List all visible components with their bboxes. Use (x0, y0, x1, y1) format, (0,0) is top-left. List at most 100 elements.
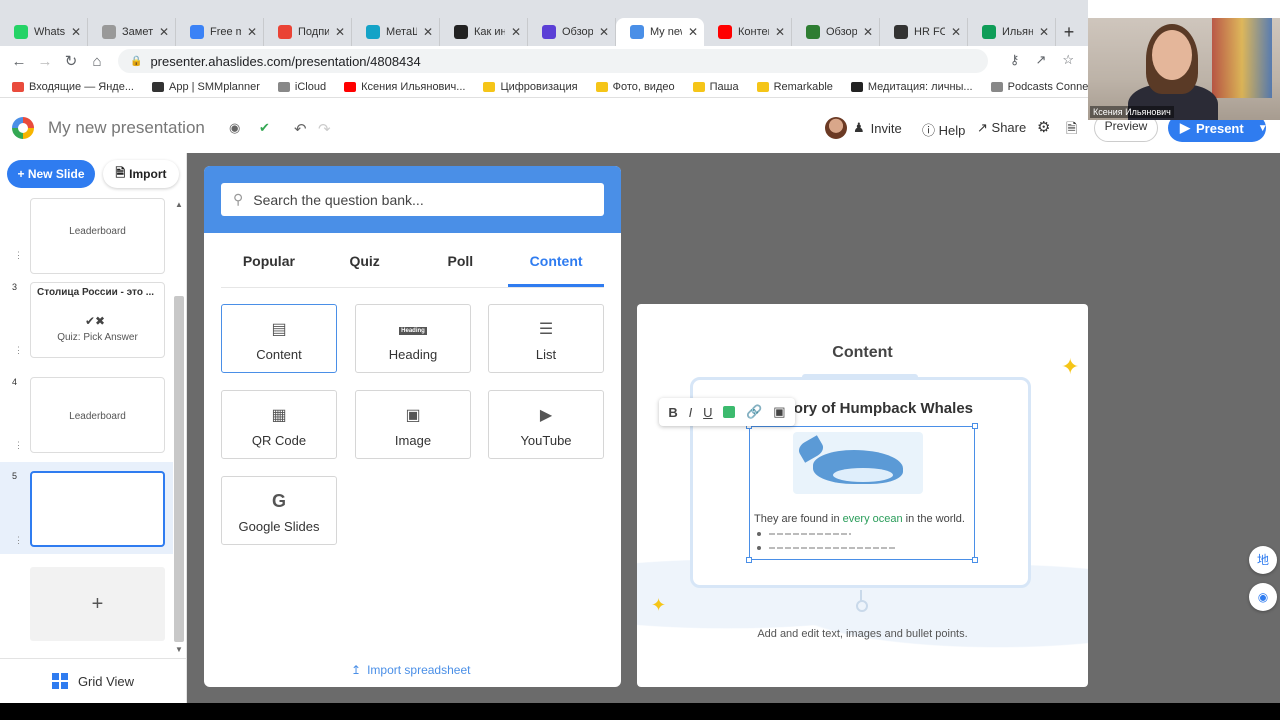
bookmark-item[interactable]: Паша (692, 81, 739, 93)
upload-icon: ↥ (351, 663, 362, 677)
slide-type-youtube[interactable]: ▶ YouTube (488, 390, 604, 459)
grid-view-button[interactable]: Grid View (0, 658, 186, 703)
slide-type-qr-code[interactable]: ▦ QR Code (221, 390, 337, 459)
ahaslides-logo[interactable] (12, 117, 34, 139)
browser-tab[interactable]: Обзор ✕ (528, 18, 616, 46)
slide-type-list[interactable]: ☰ List (488, 304, 604, 373)
url-text: presenter.ahaslides.com/presentation/480… (150, 53, 421, 69)
import-button[interactable]: 🗎 Import (103, 160, 179, 188)
question-bank-search[interactable]: ⚲ Search the question bank... (221, 183, 604, 216)
browser-tab[interactable]: Ильяно ✕ (968, 18, 1056, 46)
slide-menu-icon[interactable]: ⋮ (14, 440, 23, 451)
invite-label: Invite (870, 120, 902, 136)
document-icon[interactable]: 🗎 (1066, 118, 1077, 142)
tab-popular[interactable]: Popular (221, 244, 317, 287)
gear-icon[interactable]: ⚙ (1037, 118, 1050, 136)
browser-tab[interactable]: My new ✕ (616, 18, 704, 46)
bookmark-item[interactable]: Ксения Ильянович... (344, 81, 465, 93)
scroll-up-icon[interactable]: ▲ (175, 200, 183, 209)
favicon-icon (454, 25, 468, 39)
slide-thumb-3[interactable]: Столица России - это ... ✔✖ Quiz: Pick A… (30, 282, 165, 358)
bookmark-item[interactable]: Цифровизация (483, 81, 578, 93)
slide-type-google-slides[interactable]: G Google Slides (221, 476, 337, 545)
bookmark-item[interactable]: Медитация: личны... (850, 81, 973, 93)
slide-type-image[interactable]: ▣ Image (355, 390, 471, 459)
translate-icon[interactable]: 地 (1249, 546, 1277, 574)
whale-image (793, 432, 923, 494)
share-page-icon[interactable]: ↗ (1035, 52, 1046, 68)
presentation-title[interactable]: My new presentation (48, 118, 205, 138)
chat-bot-icon[interactable]: ◉ (1249, 583, 1277, 611)
close-icon[interactable]: ✕ (863, 25, 873, 39)
back-icon[interactable]: ← (6, 53, 32, 70)
close-icon[interactable]: ✕ (599, 25, 609, 39)
bullet-dot (757, 532, 761, 536)
close-icon[interactable]: ✕ (511, 25, 521, 39)
browser-tab[interactable]: WhatsApp ✕ (0, 18, 88, 46)
browser-tab[interactable]: Обзор ✕ (792, 18, 880, 46)
close-icon[interactable]: ✕ (1039, 25, 1049, 39)
slide-type-heading[interactable]: Heading Heading (355, 304, 471, 373)
slide-menu-icon[interactable]: ⋮ (14, 535, 23, 546)
tab-title: Как инт (474, 26, 505, 38)
close-icon[interactable]: ✕ (688, 25, 698, 39)
bookmark-item[interactable]: iCloud (277, 81, 326, 93)
home-icon[interactable]: ⌂ (84, 53, 110, 70)
browser-tab[interactable]: Заметки ✕ (88, 18, 176, 46)
new-tab-icon[interactable]: + (1056, 22, 1082, 43)
eye-icon[interactable]: ◉ (229, 120, 240, 136)
search-icon: ⚲ (233, 191, 244, 207)
browser-tab[interactable]: Как инт ✕ (440, 18, 528, 46)
youtube-icon: ▶ (539, 407, 553, 424)
share-button[interactable]: ↗ Share (977, 120, 1026, 136)
new-slide-button[interactable]: + New Slide (7, 160, 95, 188)
browser-tab[interactable]: Free m ✕ (176, 18, 264, 46)
close-icon[interactable]: ✕ (159, 25, 169, 39)
browser-tab[interactable]: Подпис ✕ (264, 18, 352, 46)
close-icon[interactable]: ✕ (775, 25, 785, 39)
bookmark-item[interactable]: Podcasts Connect (990, 81, 1097, 93)
favicon-icon (982, 25, 996, 39)
share-label: Share (991, 120, 1027, 135)
redo-icon[interactable]: ↷ (318, 120, 331, 138)
lock-icon: 🔒 (130, 55, 143, 67)
star-icon[interactable]: ☆ (1062, 52, 1074, 68)
undo-icon[interactable]: ↶ (294, 120, 307, 138)
close-icon[interactable]: ✕ (335, 25, 345, 39)
forward-icon[interactable]: → (32, 53, 58, 70)
slide-menu-icon[interactable]: ⋮ (14, 345, 23, 356)
close-icon[interactable]: ✕ (423, 25, 433, 39)
browser-tab[interactable]: МетаШ ✕ (352, 18, 440, 46)
bookmark-label: Входящие — Янде... (29, 80, 134, 93)
close-icon[interactable]: ✕ (71, 25, 81, 39)
help-button[interactable]: ⓘ Help (922, 120, 965, 139)
bookmark-item[interactable]: Фото, видео (595, 81, 675, 93)
resize-handle (972, 423, 978, 429)
bookmark-item[interactable]: App | SMMplanner (152, 81, 260, 93)
close-icon[interactable]: ✕ (247, 25, 257, 39)
text-color-icon (723, 406, 736, 418)
browser-tab[interactable]: HR FOR ✕ (880, 18, 968, 46)
slide-thumb-5[interactable] (30, 471, 165, 547)
key-icon[interactable]: ⚷ (1010, 52, 1020, 68)
reload-icon[interactable]: ↻ (58, 52, 84, 70)
browser-tab[interactable]: Контен ✕ (704, 18, 792, 46)
chevron-down-icon[interactable]: ▼ (1258, 123, 1268, 134)
bookmark-item[interactable]: Входящие — Янде... (12, 81, 134, 93)
sidebar-scrollbar[interactable] (174, 296, 184, 642)
slide-menu-icon[interactable]: ⋮ (14, 250, 23, 261)
tab-poll[interactable]: Poll (413, 244, 509, 287)
tab-quiz[interactable]: Quiz (317, 244, 413, 287)
tab-content[interactable]: Content (508, 244, 604, 287)
import-spreadsheet-link[interactable]: ↥ Import spreadsheet (351, 663, 470, 677)
slide-type-content[interactable]: ▤ Content (221, 304, 337, 373)
scroll-down-icon[interactable]: ▼ (175, 645, 183, 654)
slide-thumb-4[interactable]: Leaderboard (30, 377, 165, 453)
url-field[interactable]: 🔒 presenter.ahaslides.com/presentation/4… (118, 49, 988, 73)
close-icon[interactable]: ✕ (951, 25, 961, 39)
invite-button[interactable]: ♟ Invite (825, 115, 902, 141)
bookmark-item[interactable]: Remarkable (756, 81, 833, 93)
add-slide-button[interactable]: + (30, 567, 165, 641)
qr-code-icon: ▦ (271, 407, 287, 424)
slide-thumb-2[interactable]: Leaderboard (30, 198, 165, 274)
